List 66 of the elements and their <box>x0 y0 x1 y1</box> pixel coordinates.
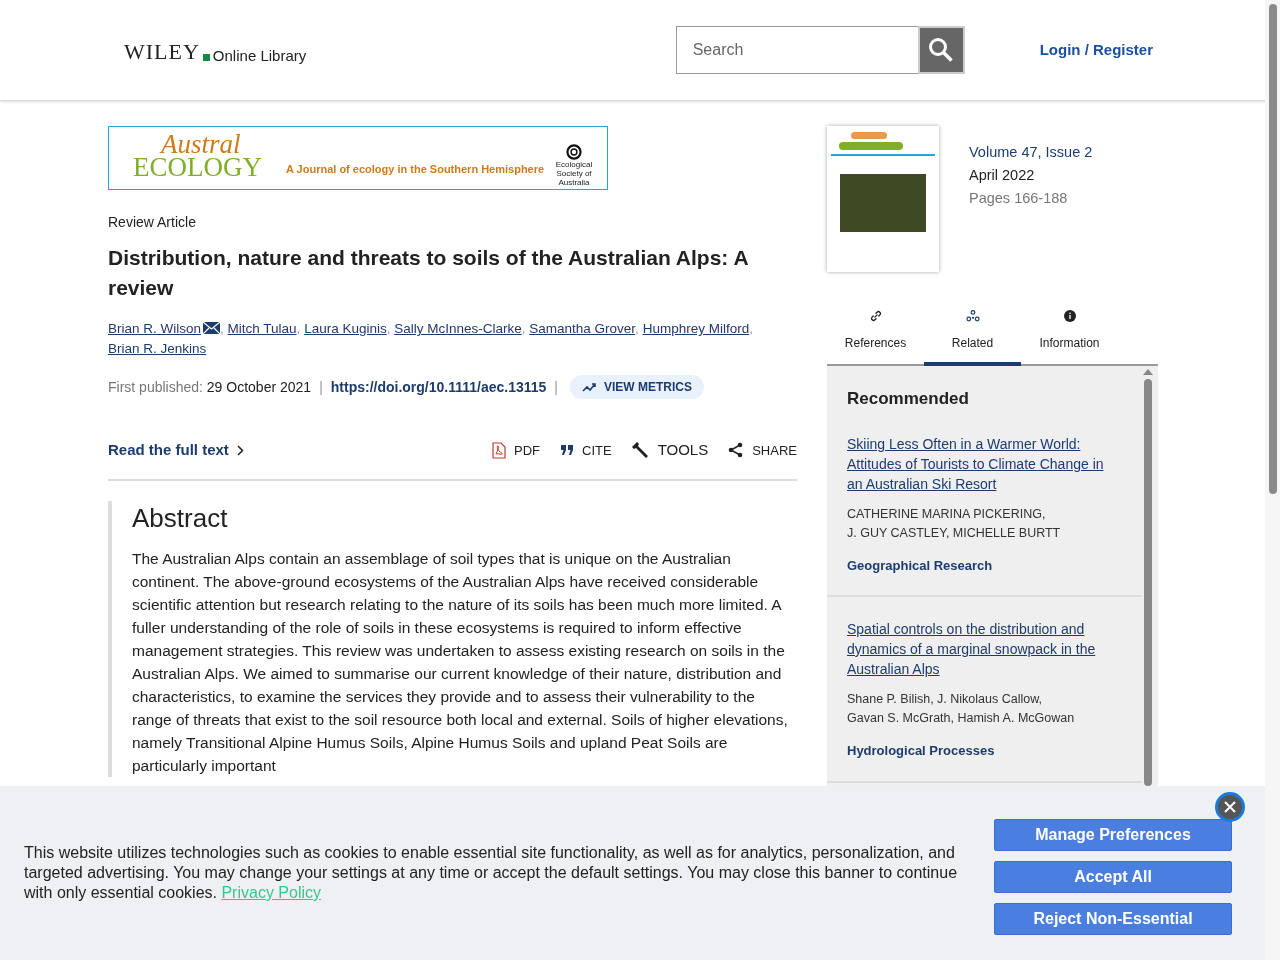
logo-square-icon <box>202 54 210 61</box>
article-type: Review Article <box>108 213 197 232</box>
journal-banner[interactable]: Austral ECOLOGY A Journal of ecology in the Southern Hemisphere Ecological Society of Australia <box>108 126 608 190</box>
search-field[interactable]: Search <box>675 26 918 74</box>
issue-pages: Pages 166-188 <box>969 189 1069 208</box>
cookie-notice-text: This website utilizes technologies such as cookies to enable essential site functionality, as well as for analytics, personalization, and targeted advertising. You may change your settings at any time or accept the default settings. You may close this banner to continue with only essential cookies. Privacy Policy <box>24 843 959 903</box>
author-link[interactable]: Mitch Tulau <box>227 321 297 336</box>
logo-subtitle: Online Library <box>212 48 307 63</box>
separator-text: | <box>554 377 558 397</box>
comma-separator: , <box>296 321 301 336</box>
sidebar-tab[interactable]: References <box>827 310 924 366</box>
cookie-button[interactable]: Accept All <box>994 861 1232 893</box>
pdf-file-icon <box>492 441 506 459</box>
comma-separator: , <box>749 321 753 336</box>
author-link[interactable]: Brian R. Jenkins <box>108 341 207 356</box>
cookie-button[interactable]: Reject Non-Essential <box>994 903 1232 935</box>
search-button[interactable] <box>917 26 965 74</box>
doi-link[interactable]: https://doi.org/10.1111/aec.13115 <box>330 376 547 398</box>
close-button[interactable] <box>1215 792 1245 822</box>
sidebar-tab[interactable]: Information <box>1021 310 1118 366</box>
view-metrics-button[interactable]: VIEW METRICS <box>570 375 704 399</box>
comma-separator: , <box>386 321 391 336</box>
separator-text: | <box>319 377 323 397</box>
article-action-button[interactable]: TOOLS <box>631 439 709 462</box>
recommended-article-link[interactable]: Spatial controls on the distribution and dynamics of a marginal snowpack in the Australian Alps <box>847 619 1122 679</box>
window-scrollbar-drawing[interactable] <box>1265 0 1280 960</box>
author-link[interactable]: Brian R. Wilson <box>108 321 202 336</box>
article-action-button[interactable]: PDF <box>492 440 540 460</box>
abstract-paragraph: The Australian Alps contain an assemblage of soil types that is unique on the Australian continent. The above-ground ecosystems of the Australian Alps have received considerable scientific attention but research relating to the nature of its soils has been much more limited. A fuller understanding of the role of soils in these ecosystems is required to inform effective management strategies. This review was undertaken to assess existing research on soils in the Australian Alps. We aimed to summarise our current knowledge of their nature, distribution and characteristics, to examine the services they provide and to assess their vulnerability to the range of threats that exist to the soil resource both local and external. Soils of higher elevations, namely Transitional Alpine Humus Soils, Alpine Humus Soils and upland Peat Soils are particularly important <box>132 548 789 776</box>
cookie-button[interactable]: Manage Preferences <box>994 819 1232 851</box>
abstract-heading: Abstract <box>132 501 229 535</box>
read-full-text-link[interactable]: Read the full text <box>108 439 244 462</box>
comma-separator: , <box>521 321 526 336</box>
envelope-icon[interactable] <box>203 322 221 334</box>
recommended-journal: Geographical Research <box>847 556 994 575</box>
article-title: Distribution, nature and threats to soils of the Australian Alps: A review <box>108 245 749 301</box>
close-icon <box>1223 800 1237 814</box>
issue-volume-link[interactable]: Volume 47, Issue 2 <box>969 141 1093 164</box>
recommended-authors: J. GUY CASTLEY, MICHELLE BURTT <box>847 524 1062 542</box>
author-link[interactable]: Samantha Grover <box>529 321 636 336</box>
logo-wordmark[interactable]: WILEY <box>124 41 200 63</box>
recommended-authors: Shane P. Bilish, J. Nikolaus Callow, <box>847 691 1043 708</box>
chevron-right-icon <box>236 444 244 456</box>
comma-separator: , <box>635 321 639 336</box>
wrench-icon <box>631 441 650 460</box>
issue-date: April 2022 <box>969 166 1036 185</box>
author-link[interactable]: Sally McInnes-Clarke <box>394 321 522 336</box>
recommended-authors: CATHERINE MARINA PICKERING, <box>847 505 1047 523</box>
society-name: Ecological Society of Australia <box>554 160 594 187</box>
article-action-button[interactable]: CITE <box>560 440 612 460</box>
share-icon <box>728 442 745 459</box>
trend-icon <box>582 382 596 392</box>
recommended-authors: Gavan S. McGrath, Hamish A. McGowan <box>847 710 1076 727</box>
comma-separator: , <box>220 321 224 336</box>
recommended-journal: Hydrological Processes <box>847 742 996 760</box>
login-register-link[interactable]: Login / Register <box>1039 38 1153 62</box>
recommended-article-link[interactable]: Skiing Less Often in a Warmer World: Attitudes of Tourists to Climate Change in an Australian Ski Resort <box>847 433 1122 494</box>
quote-icon <box>560 445 574 456</box>
publication-date: First published: 29 October 2021 <box>108 377 312 397</box>
recommended-heading: Recommended <box>846 388 970 410</box>
journal-cover[interactable] <box>827 126 939 272</box>
journal-tagline: A Journal of ecology in the Southern Hemisphere <box>286 161 545 177</box>
society-emblem-icon <box>566 144 582 160</box>
search-icon <box>928 37 955 63</box>
author-link[interactable]: Laura Kuginis <box>304 321 387 336</box>
article-action-button[interactable]: SHARE <box>728 440 797 460</box>
